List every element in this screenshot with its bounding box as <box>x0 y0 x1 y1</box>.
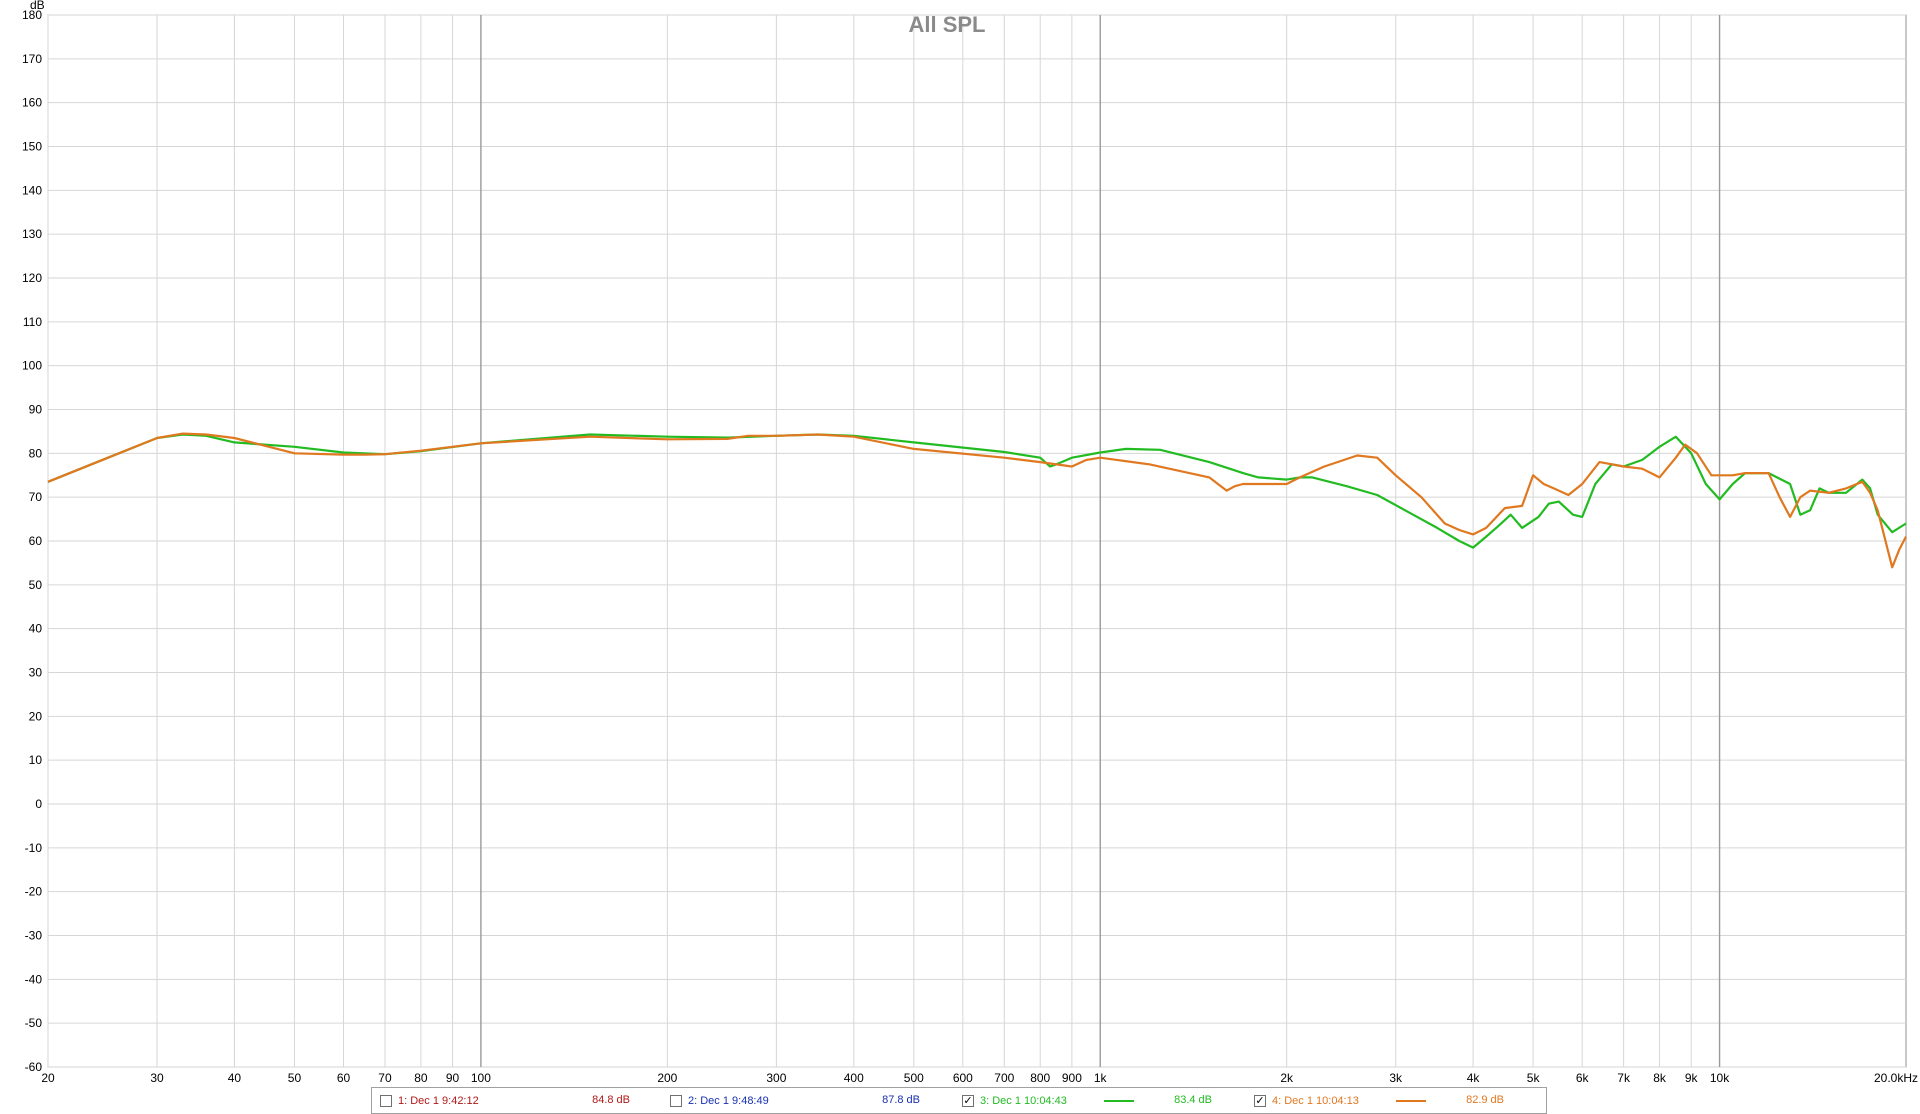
x-tick-label: 50 <box>288 1071 302 1085</box>
y-tick-label: -20 <box>25 885 43 899</box>
legend-checkbox[interactable] <box>670 1094 682 1107</box>
y-tick-label: -30 <box>25 929 43 943</box>
legend-value: 84.8 dB <box>592 1094 630 1106</box>
y-tick-label: 100 <box>22 359 42 373</box>
legend-value: 87.8 dB <box>882 1094 920 1106</box>
legend-swatch <box>1104 1100 1134 1102</box>
y-tick-label: 50 <box>29 578 43 592</box>
y-tick-label: 80 <box>29 446 43 460</box>
y-tick-label: -40 <box>25 972 43 986</box>
legend-checkbox[interactable]: ✓ <box>1254 1094 1266 1107</box>
x-tick-label: 9k <box>1685 1071 1699 1085</box>
legend-checkbox[interactable]: ✓ <box>962 1094 974 1107</box>
x-tick-label: 60 <box>337 1071 351 1085</box>
x-tick-label: 200 <box>657 1071 677 1085</box>
y-tick-label: 20 <box>29 709 43 723</box>
x-tick-label: 400 <box>844 1071 864 1085</box>
y-tick-label: 90 <box>29 403 43 417</box>
y-tick-label: 110 <box>23 315 42 329</box>
x-axis-unit: 20.0kHz <box>1874 1071 1918 1085</box>
y-tick-label: 0 <box>35 797 42 811</box>
y-tick-label: 150 <box>22 140 42 154</box>
x-tick-label: 800 <box>1030 1071 1050 1085</box>
legend-checkbox[interactable] <box>380 1094 392 1107</box>
y-tick-label: 70 <box>29 490 43 504</box>
x-tick-label: 300 <box>766 1071 786 1085</box>
x-tick-label: 1k <box>1094 1071 1108 1085</box>
y-axis-unit: dB <box>30 0 45 12</box>
y-tick-label: 60 <box>29 534 43 548</box>
x-tick-label: 8k <box>1653 1071 1667 1085</box>
chart-title: All SPL <box>908 12 985 37</box>
legend-label: 3: Dec 1 10:04:43 <box>980 1094 1067 1107</box>
y-tick-label: 10 <box>29 753 43 767</box>
x-tick-label: 5k <box>1527 1071 1541 1085</box>
x-tick-label: 30 <box>150 1071 164 1085</box>
y-tick-label: 30 <box>29 666 43 680</box>
x-tick-label: 90 <box>446 1071 460 1085</box>
x-tick-label: 20 <box>41 1071 55 1085</box>
x-tick-label: 700 <box>994 1071 1014 1085</box>
y-tick-label: 160 <box>22 96 42 110</box>
legend-label: 1: Dec 1 9:42:12 <box>398 1094 479 1107</box>
x-tick-label: 100 <box>471 1071 491 1085</box>
x-tick-label: 10k <box>1710 1071 1730 1085</box>
legend-item[interactable]: 1: Dec 1 9:42:12 <box>380 1088 479 1113</box>
x-tick-label: 900 <box>1062 1071 1082 1085</box>
y-tick-label: 120 <box>22 271 42 285</box>
legend-swatch <box>1396 1100 1426 1102</box>
x-tick-label: 3k <box>1389 1071 1403 1085</box>
x-tick-label: 4k <box>1467 1071 1481 1085</box>
y-tick-label: -10 <box>25 841 43 855</box>
x-tick-label: 70 <box>378 1071 392 1085</box>
y-tick-label: 40 <box>29 622 43 636</box>
legend-item[interactable]: 2: Dec 1 9:48:49 <box>670 1088 769 1113</box>
y-tick-label: 130 <box>22 227 42 241</box>
y-tick-label: 140 <box>22 183 42 197</box>
x-tick-label: 40 <box>228 1071 242 1085</box>
x-tick-label: 7k <box>1617 1071 1631 1085</box>
x-tick-label: 2k <box>1280 1071 1294 1085</box>
spl-chart: 1801701601501401301201101009080706050403… <box>22 0 1918 1085</box>
legend-item[interactable]: ✓ 3: Dec 1 10:04:43 <box>962 1088 1067 1113</box>
x-tick-label: 600 <box>953 1071 973 1085</box>
x-tick-label: 500 <box>904 1071 924 1085</box>
legend-item[interactable]: ✓ 4: Dec 1 10:04:13 <box>1254 1088 1359 1113</box>
legend-value: 82.9 dB <box>1466 1094 1504 1106</box>
y-tick-label: 170 <box>22 52 42 66</box>
y-tick-label: -60 <box>25 1060 43 1074</box>
legend-bar: 1: Dec 1 9:42:12 84.8 dB 2: Dec 1 9:48:49 8… <box>371 1087 1547 1114</box>
x-tick-label: 6k <box>1576 1071 1590 1085</box>
legend-label: 2: Dec 1 9:48:49 <box>688 1094 769 1107</box>
legend-label: 4: Dec 1 10:04:13 <box>1272 1094 1359 1107</box>
legend-value: 83.4 dB <box>1174 1094 1212 1106</box>
y-tick-label: -50 <box>25 1016 43 1030</box>
x-tick-label: 80 <box>414 1071 428 1085</box>
